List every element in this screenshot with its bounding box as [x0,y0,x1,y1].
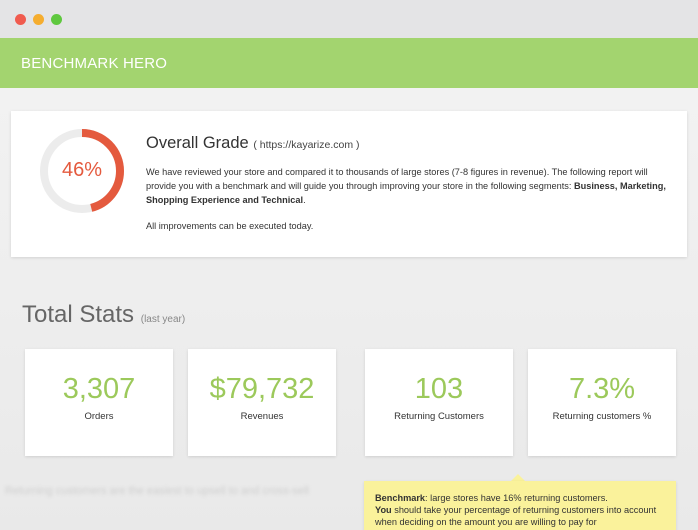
stat-card-orders: 3,307 Orders [25,349,173,456]
stat-value: 103 [414,373,464,405]
stat-value: 3,307 [62,373,136,405]
stat-card-returning-percent: 7.3% Returning customers % [528,349,676,456]
stats-heading-text: Total Stats [22,301,135,328]
grade-percent: 46% [61,159,103,181]
tooltip-benchmark-label: Benchmark [375,493,426,503]
benchmark-tooltip: Benchmark: large stores have 16% returni… [364,481,676,530]
tooltip-you-text: should take your percentage of returning… [375,505,657,527]
app-header: BENCHMARK HERO [0,38,698,88]
stats-subheading: (last year) [140,314,186,325]
stat-card-revenues: $79,732 Revenues [188,349,336,456]
tooltip-benchmark-text: : large stores have 16% returning custom… [425,493,608,503]
tooltip-text: Benchmark: large stores have 16% returni… [375,492,670,528]
stat-label: Orders [84,411,114,422]
stat-label: Revenues [240,411,284,422]
grade-note: All improvements can be executed today. [146,221,314,231]
grade-description: We have reviewed your store and compared… [146,167,666,205]
overall-grade-card: 46% Overall Grade ( https://kayarize.com… [11,111,687,257]
stat-value: $79,732 [209,373,315,405]
stat-label: Returning customers % [552,411,652,422]
stat-label: Returning Customers [394,411,484,422]
main-content: 46% Overall Grade ( https://kayarize.com… [0,88,698,530]
background-hint-text: Returning customers are the easiest to u… [5,485,309,497]
tooltip-arrow [511,474,525,481]
grade-title: Overall Grade ( https://kayarize.com ) [146,134,360,153]
tooltip-you-label: You [375,505,392,515]
store-url: ( https://kayarize.com ) [253,139,360,151]
total-stats-heading: Total Stats (last year) [22,301,185,329]
grade-description-text: We have reviewed your store and compared… [146,167,648,191]
window-maximize-button[interactable] [51,14,62,25]
stat-card-returning-customers: 103 Returning Customers [365,349,513,456]
stat-value: 7.3% [568,373,636,405]
grade-title-text: Overall Grade [146,134,249,152]
app-title: BENCHMARK HERO [21,55,168,72]
window-titlebar [0,0,698,38]
window-minimize-button[interactable] [33,14,44,25]
window-close-button[interactable] [15,14,26,25]
